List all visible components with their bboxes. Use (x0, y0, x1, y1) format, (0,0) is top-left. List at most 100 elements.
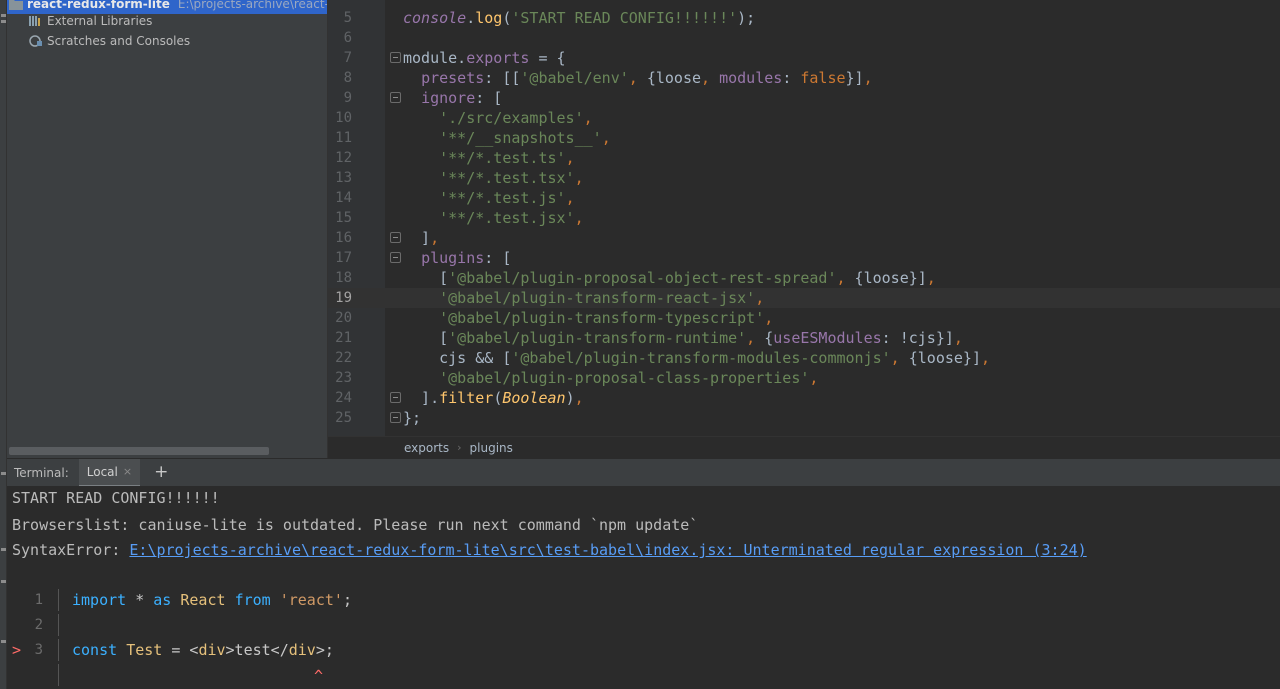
tool-window-marker[interactable] (1, 472, 6, 475)
error-file-link[interactable]: E:\projects-archive\react-redux-form-lit… (129, 541, 1086, 559)
code-line[interactable]: 8 presets: [['@babel/env', {loose, modul… (328, 68, 1280, 88)
code-token: '**/__snapshots__' (439, 129, 602, 147)
code-token: log (475, 9, 503, 27)
code-token: [ (403, 329, 449, 347)
breadcrumb-item-exports[interactable]: exports (404, 441, 449, 455)
code-line[interactable]: 5 console.log('START READ CONFIG!!!!!!'); (328, 8, 1280, 28)
left-tool-strip (0, 0, 7, 689)
tool-window-marker[interactable] (1, 14, 6, 17)
line-number[interactable]: 23 (328, 368, 352, 388)
tool-window-marker[interactable] (1, 548, 6, 551)
code-line[interactable]: 13 '**/*.test.tsx', (328, 168, 1280, 188)
code-token: div (288, 641, 316, 659)
code-token: ( (493, 389, 503, 407)
line-number[interactable]: 18 (328, 268, 352, 288)
code-line[interactable]: 17 plugins: [ (328, 248, 1280, 268)
code-line[interactable]: 19 '@babel/plugin-transform-react-jsx', (328, 288, 1280, 308)
fold-icon[interactable] (390, 252, 401, 263)
code-frame-line (7, 664, 1280, 686)
line-number[interactable]: 21 (328, 328, 352, 348)
terminal-tab-local[interactable]: Local × (78, 458, 141, 487)
line-number[interactable]: 24 (328, 388, 352, 408)
code-line[interactable]: 14 '**/*.test.js', (328, 188, 1280, 208)
code-line[interactable]: 20 '@babel/plugin-transform-typescript', (328, 308, 1280, 328)
breadcrumb-item-plugins[interactable]: plugins (470, 441, 513, 455)
close-icon[interactable]: × (123, 465, 132, 478)
line-number[interactable]: 8 (328, 68, 352, 88)
frame-line-number: 1 (34, 592, 43, 608)
frame-divider (58, 639, 59, 661)
line-number[interactable]: 16 (328, 228, 352, 248)
line-number[interactable]: 12 (328, 148, 352, 168)
code-line[interactable]: 9 ignore: [ (328, 88, 1280, 108)
code-line[interactable]: 16 ], (328, 228, 1280, 248)
tool-window-marker[interactable] (1, 580, 6, 583)
code-token: : !cjs}] (881, 329, 954, 347)
line-number[interactable]: 7 (328, 48, 352, 68)
code-text: plugins: [ (403, 248, 511, 268)
project-tree-item-external-libraries[interactable]: External Libraries (7, 11, 327, 31)
fold-icon[interactable] (390, 392, 401, 403)
line-number[interactable]: 9 (328, 88, 352, 108)
code-line[interactable]: 21 ['@babel/plugin-transform-runtime', {… (328, 328, 1280, 348)
line-number[interactable]: 25 (328, 408, 352, 428)
line-number[interactable]: 15 (328, 208, 352, 228)
code-line[interactable]: 18 ['@babel/plugin-proposal-object-rest-… (328, 268, 1280, 288)
code-line[interactable]: 15 '**/*.test.jsx', (328, 208, 1280, 228)
code-token: modules (719, 69, 783, 87)
project-tree-item-scratches[interactable]: Scratches and Consoles (7, 31, 327, 51)
code-token: >; (315, 641, 334, 659)
code-token: , (574, 389, 584, 407)
code-token: presets (421, 69, 485, 87)
line-number[interactable]: 10 (328, 108, 352, 128)
breadcrumb: exports › plugins (328, 436, 1280, 458)
code-token: ); (737, 9, 756, 27)
code-token: . (466, 9, 476, 27)
code-token: '@babel/plugin-transform-typescript' (439, 309, 765, 327)
fold-icon[interactable] (390, 92, 401, 103)
project-path: E:\projects-archive\react-red (177, 0, 327, 11)
line-number[interactable]: 20 (328, 308, 352, 328)
horizontal-scrollbar[interactable] (9, 447, 269, 455)
add-terminal-icon[interactable]: + (154, 464, 168, 481)
fold-icon[interactable] (390, 412, 401, 423)
code-token: '**/*.test.ts' (439, 149, 566, 167)
code-line[interactable]: 22 cjs && ['@babel/plugin-transform-modu… (328, 348, 1280, 368)
line-number[interactable]: 14 (328, 188, 352, 208)
code-editor[interactable]: 5 console.log('START READ CONFIG!!!!!!');… (328, 0, 1280, 436)
code-line[interactable]: 24 ].filter(Boolean), (328, 388, 1280, 408)
line-number[interactable]: 13 (328, 168, 352, 188)
code-token: useESModules (773, 329, 882, 347)
code-token: , (890, 349, 900, 367)
code-token: div (198, 641, 226, 659)
frame-divider (58, 664, 59, 686)
code-line[interactable]: 6 (328, 28, 1280, 48)
line-number[interactable]: 22 (328, 348, 352, 368)
code-line[interactable]: 11 '**/__snapshots__', (328, 128, 1280, 148)
error-prefix: SyntaxError: (12, 541, 130, 559)
tool-window-marker[interactable] (1, 20, 6, 23)
project-name: react-redux-form-lite (27, 0, 170, 11)
terminal-output[interactable]: START READ CONFIG!!!!!! Browserslist: ca… (7, 486, 1280, 689)
line-number[interactable]: 11 (328, 128, 352, 148)
fold-icon[interactable] (390, 52, 401, 63)
tab-label: Local (86, 464, 118, 479)
code-line[interactable]: 23 '@babel/plugin-proposal-class-propert… (328, 368, 1280, 388)
line-number[interactable]: 6 (328, 28, 352, 48)
code-line[interactable]: 12 '**/*.test.ts', (328, 148, 1280, 168)
code-text: ], (403, 228, 439, 248)
code-line[interactable]: 10 './src/examples', (328, 108, 1280, 128)
line-number[interactable]: 5 (328, 8, 352, 28)
line-number[interactable]: 19 (328, 288, 352, 308)
fold-icon[interactable] (390, 232, 401, 243)
line-number[interactable]: 17 (328, 248, 352, 268)
tool-window-marker[interactable] (1, 640, 6, 643)
code-line[interactable]: 25}; (328, 408, 1280, 428)
code-line[interactable]: 7 module.exports = { (328, 48, 1280, 68)
